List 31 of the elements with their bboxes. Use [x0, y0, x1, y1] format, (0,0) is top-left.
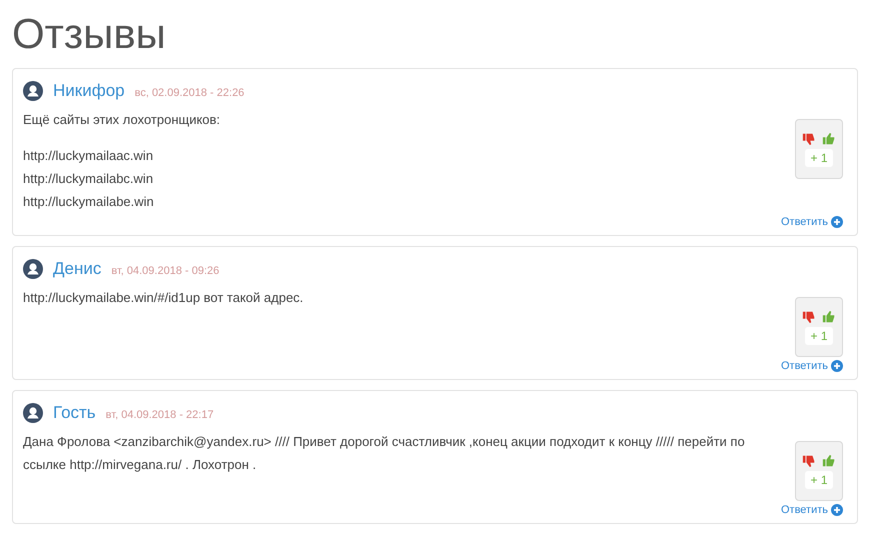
plus-icon: [831, 504, 843, 516]
thumbs-up-icon[interactable]: [822, 132, 836, 146]
reply-link[interactable]: Ответить: [780, 501, 843, 519]
author-name[interactable]: Гость: [53, 403, 96, 423]
user-avatar-icon: [23, 81, 43, 101]
vote-score: + 1: [805, 470, 832, 488]
comment-text: Дана Фролова <zanzibarchik@yandex.ru> //// Привет дорогой счастливчик ,конец акции подходит к концу ///// перейти по ссылке http://mirvegana.ru/ . Лохотрон .: [23, 433, 746, 474]
thumbs-down-icon[interactable]: [802, 454, 816, 468]
vote-score: + 1: [805, 148, 832, 166]
reply-link[interactable]: Ответить: [780, 213, 843, 231]
comment-text: http://luckymailabe.win: [23, 193, 155, 211]
comment-date: вт, 04.09.2018 - 22:17: [106, 409, 214, 421]
comment-text: Ещё сайты этих лохотронщиков:: [23, 111, 222, 129]
user-avatar-icon: [23, 403, 43, 423]
user-avatar-icon: [23, 259, 43, 279]
plus-icon: [831, 216, 843, 228]
author-name[interactable]: Денис: [53, 259, 102, 279]
comment-date: вс, 02.09.2018 - 22:26: [134, 87, 244, 99]
comment-date: вт, 04.09.2018 - 09:26: [111, 265, 220, 277]
author-name[interactable]: Никифор: [53, 81, 125, 101]
thumbs-down-icon[interactable]: [802, 310, 816, 324]
thumbs-up-icon[interactable]: [822, 454, 836, 468]
comment-text: http://luckymailabe.win/#/id1up вот такой адрес.: [23, 289, 304, 307]
thumbs-down-icon[interactable]: [802, 132, 816, 146]
vote-score: + 1: [805, 326, 832, 344]
page-title: Отзывы: [12, 9, 167, 59]
reply-link[interactable]: Ответить: [780, 357, 843, 375]
comment-text: http://luckymailabc.win: [23, 170, 154, 188]
thumbs-up-icon[interactable]: [822, 310, 836, 324]
comment-text: http://luckymailaac.win: [23, 147, 154, 165]
plus-icon: [831, 360, 843, 372]
